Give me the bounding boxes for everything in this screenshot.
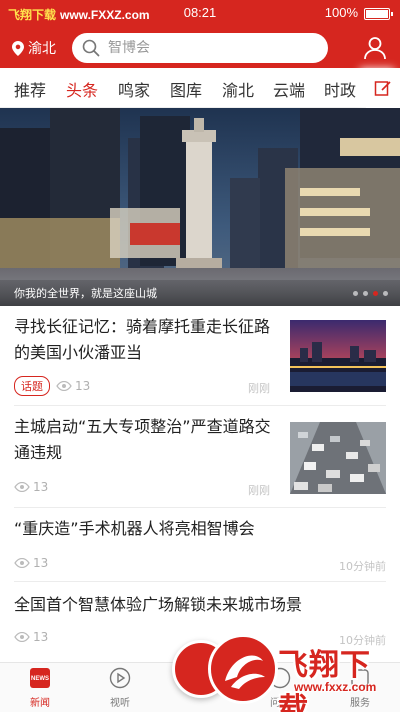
- news-time: 刚刚: [248, 382, 270, 395]
- news-meta: 13: [14, 556, 48, 570]
- carousel-dot[interactable]: [353, 291, 358, 296]
- news-icon: NEWS: [30, 668, 50, 688]
- banner-image: [0, 108, 400, 306]
- view-count: 13: [14, 480, 48, 494]
- tab-yubei[interactable]: 渝北: [222, 77, 254, 101]
- tab-mingjia[interactable]: 鸣家: [118, 77, 150, 101]
- view-count-value: 13: [75, 379, 91, 393]
- carousel-dot-active[interactable]: [373, 291, 378, 296]
- category-tabs: 推荐 头条 鸣家 图库 渝北 云端 时政: [0, 68, 400, 108]
- tab-gallery[interactable]: 图库: [170, 77, 202, 101]
- carousel-dot[interactable]: [383, 291, 388, 296]
- view-count: 13: [14, 630, 48, 644]
- carousel-indicators: [353, 291, 388, 296]
- tab-politics[interactable]: 时政: [324, 77, 356, 101]
- battery-percent: 100%: [324, 5, 358, 20]
- banner-caption: 你我的全世界，就是这座山城: [14, 287, 157, 300]
- play-icon: [109, 667, 131, 689]
- location-label: 渝北: [28, 41, 56, 57]
- location-pin-icon: [12, 40, 24, 56]
- status-bar: 飞翔下载 www.FXXZ.com 08:21 100%: [0, 0, 400, 28]
- tab-headlines[interactable]: 头条: [66, 77, 98, 101]
- tab-recommend[interactable]: 推荐: [14, 77, 46, 101]
- news-meta: 13: [14, 630, 48, 644]
- brand-watermark-cn: 飞翔下载: [278, 648, 371, 712]
- search-icon: [82, 39, 100, 57]
- news-title: “重庆造”手术机器人将亮相智博会: [14, 519, 255, 538]
- nav-video[interactable]: 视听: [90, 667, 150, 709]
- news-time: 刚刚: [248, 484, 270, 497]
- news-title: 主城启动“五大专项整治”严查道路交通违规: [14, 417, 271, 462]
- tab-cloud[interactable]: 云端: [273, 77, 305, 101]
- eye-icon: [14, 558, 30, 568]
- news-item[interactable]: 寻找长征记忆：骑着摩托重走长征路的美国小伙潘亚当 话题 13 刚刚: [14, 314, 386, 406]
- location-selector[interactable]: 渝北: [12, 38, 56, 58]
- brand-watermark-en: www.fxxz.com: [294, 680, 377, 694]
- news-title: 寻找长征记忆：骑着摩托重走长征路的美国小伙潘亚当: [14, 317, 271, 362]
- topic-tag[interactable]: 话题: [14, 376, 50, 396]
- news-title: 全国首个智慧体验广场解锁未来城市场景: [14, 595, 303, 614]
- news-item[interactable]: “重庆造”手术机器人将亮相智博会 13 10分钟前: [14, 516, 386, 582]
- carousel-dot[interactable]: [363, 291, 368, 296]
- view-count-value: 13: [33, 480, 49, 494]
- eye-icon: [56, 381, 72, 391]
- eye-icon: [14, 632, 30, 642]
- news-time: 10分钟前: [339, 560, 386, 573]
- edit-icon: [374, 81, 391, 96]
- brand-watermark: 飞翔下载 www.fxxz.com: [208, 628, 400, 712]
- news-meta: 13: [14, 480, 48, 494]
- banner-caption-bar: 你我的全世界，就是这座山城: [0, 280, 400, 306]
- view-count-value: 13: [33, 630, 49, 644]
- search-input[interactable]: [108, 40, 308, 56]
- nav-label: 新闻: [30, 698, 50, 709]
- eye-icon: [14, 482, 30, 492]
- search-bar[interactable]: [72, 33, 328, 63]
- nav-label: 视听: [110, 698, 130, 709]
- news-thumbnail: [290, 422, 386, 494]
- svg-text:NEWS: NEWS: [31, 676, 49, 682]
- view-count-value: 13: [33, 556, 49, 570]
- view-count: 13: [56, 379, 90, 393]
- battery-icon: [364, 8, 393, 20]
- app-header: 渝北: [0, 28, 400, 68]
- view-count: 13: [14, 556, 48, 570]
- user-button[interactable]: [362, 35, 388, 61]
- banner-carousel[interactable]: 你我的全世界，就是这座山城: [0, 108, 400, 306]
- brand-logo-icon: [208, 634, 278, 704]
- edit-tabs-button[interactable]: [366, 68, 400, 108]
- user-icon: [364, 37, 386, 60]
- news-thumbnail: [290, 320, 386, 392]
- news-item[interactable]: 主城启动“五大专项整治”严查道路交通违规 13 刚刚: [14, 414, 386, 508]
- nav-news[interactable]: NEWS 新闻: [10, 667, 70, 709]
- news-meta: 话题 13: [14, 376, 90, 396]
